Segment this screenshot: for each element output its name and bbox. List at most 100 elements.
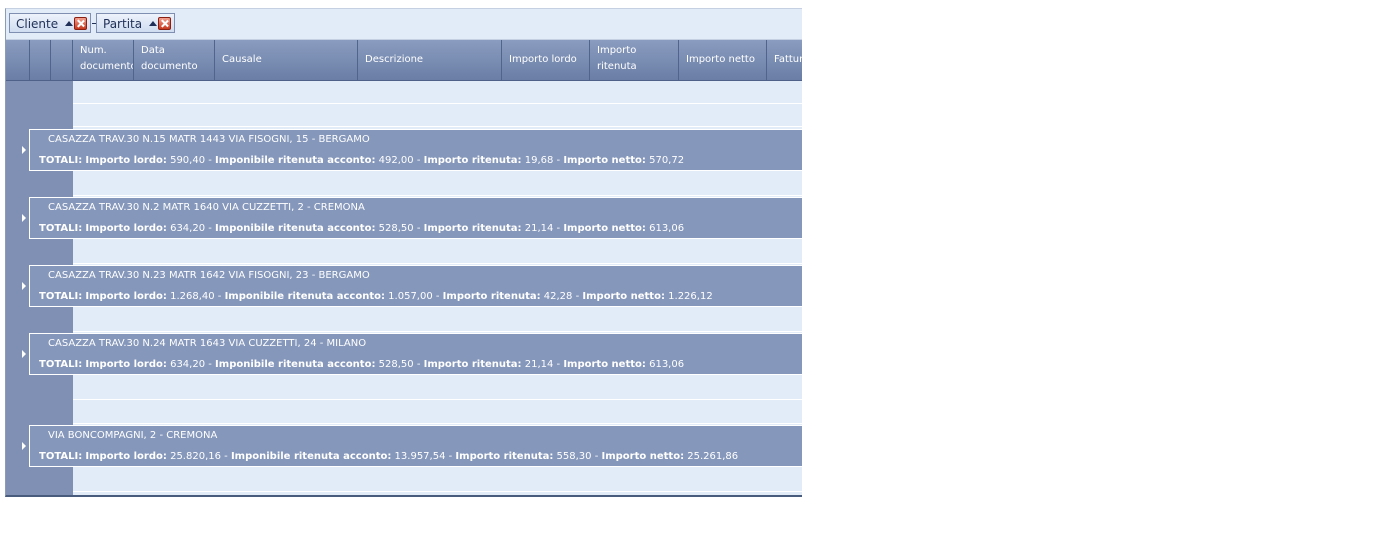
group-totals: TOTALI: Importo lordo: 634,20 - Imponibi… (39, 359, 685, 370)
totals-ritenuta-label: Importo ritenuta: (442, 291, 541, 302)
totals-imponibile-label: Imponibile ritenuta acconto: (224, 291, 385, 302)
totals-prefix: TOTALI: (39, 451, 83, 462)
column-header-data-documento[interactable]: Data documento (134, 40, 215, 80)
totals-netto-label: Importo netto: (601, 451, 685, 462)
group-by-panel: Cliente Partita (6, 9, 802, 40)
column-header-label: ritenuta (597, 61, 637, 72)
totals-lordo-value: 1.268,40 (170, 291, 215, 302)
totals-imponibile-value: 528,50 (378, 223, 414, 234)
group-title: CASAZZA TRAV.30 N.24 MATR 1643 VIA CUZZE… (48, 338, 367, 349)
column-header-label: Importo netto (686, 54, 755, 65)
totals-prefix: TOTALI: (39, 291, 83, 302)
totals-ritenuta-label: Importo ritenuta: (423, 155, 522, 166)
column-header-importo-lordo[interactable]: Importo lordo (502, 40, 590, 80)
column-header-importo-ritenuta[interactable]: Importo ritenuta (590, 40, 679, 80)
totals-ritenuta-label: Importo ritenuta: (455, 451, 554, 462)
empty-row (73, 469, 802, 492)
group-row[interactable]: CASAZZA TRAV.30 N.24 MATR 1643 VIA CUZZE… (22, 333, 802, 375)
totals-ritenuta-label: Importo ritenuta: (423, 359, 522, 370)
column-header-causale[interactable]: Causale (215, 40, 358, 80)
remove-group-icon[interactable] (158, 17, 171, 30)
column-header-indent-2[interactable] (30, 40, 51, 80)
column-header-fattura[interactable]: Fattura (767, 40, 802, 80)
totals-imponibile-label: Imponibile ritenuta acconto: (215, 155, 376, 166)
column-header-indent-1[interactable] (6, 40, 30, 80)
totals-netto-value: 570,72 (649, 155, 685, 166)
column-header-num-documento[interactable]: Num. documento (73, 40, 134, 80)
expand-arrow-icon[interactable] (22, 146, 26, 154)
totals-ritenuta-value: 21,14 (524, 359, 554, 370)
totals-lordo-value: 590,40 (170, 155, 206, 166)
totals-netto-label: Importo netto: (563, 359, 646, 370)
totals-netto-label: Importo netto: (563, 155, 646, 166)
expand-arrow-icon[interactable] (22, 214, 26, 222)
group-row[interactable]: CASAZZA TRAV.30 N.15 MATR 1443 VIA FISOG… (22, 129, 802, 171)
group-title: CASAZZA TRAV.30 N.23 MATR 1642 VIA FISOG… (48, 270, 370, 281)
totals-lordo-label: Importo lordo: (85, 359, 167, 370)
totals-lordo-value: 25.820,16 (170, 451, 221, 462)
totals-imponibile-value: 1.057,00 (388, 291, 433, 302)
sort-ascending-icon[interactable] (65, 21, 74, 26)
expand-arrow-icon[interactable] (22, 442, 26, 450)
empty-row (73, 377, 802, 400)
empty-row (73, 241, 802, 264)
group-row[interactable]: CASAZZA TRAV.30 N.23 MATR 1642 VIA FISOG… (22, 265, 802, 307)
empty-row (73, 104, 802, 127)
group-row[interactable]: CASAZZA TRAV.30 N.2 MATR 1640 VIA CUZZET… (22, 197, 802, 239)
totals-lordo-label: Importo lordo: (85, 155, 167, 166)
remove-group-icon[interactable] (74, 17, 87, 30)
column-header-descrizione[interactable]: Descrizione (358, 40, 502, 80)
totals-imponibile-value: 492,00 (378, 155, 414, 166)
empty-row (73, 309, 802, 332)
column-header-label: Descrizione (365, 54, 424, 65)
totals-lordo-value: 634,20 (170, 359, 206, 370)
totals-ritenuta-value: 21,14 (524, 223, 554, 234)
totals-netto-value: 25.261,86 (687, 451, 739, 462)
column-header-label: documento (80, 61, 134, 72)
group-chip-label: Cliente (16, 17, 59, 31)
expand-arrow-icon[interactable] (22, 350, 26, 358)
totals-lordo-label: Importo lordo: (85, 291, 167, 302)
totals-imponibile-value: 13.957,54 (394, 451, 446, 462)
column-header-label: Data (141, 45, 165, 56)
group-totals: TOTALI: Importo lordo: 590,40 - Imponibi… (39, 155, 685, 166)
column-header-indent-3[interactable] (51, 40, 73, 80)
group-title: CASAZZA TRAV.30 N.2 MATR 1640 VIA CUZZET… (48, 202, 365, 213)
group-row[interactable]: VIA BONCOMPAGNI, 2 - CREMONA TOTALI: Imp… (22, 425, 802, 467)
totals-lordo-value: 634,20 (170, 223, 206, 234)
totals-lordo-label: Importo lordo: (85, 223, 167, 234)
group-totals: TOTALI: Importo lordo: 634,20 - Imponibi… (39, 223, 685, 234)
totals-imponibile-label: Imponibile ritenuta acconto: (215, 359, 376, 370)
column-header-row: Num. documento Data documento Causale De… (6, 40, 802, 81)
column-header-label: Importo lordo (509, 54, 577, 65)
totals-ritenuta-value: 42,28 (543, 291, 573, 302)
totals-prefix: TOTALI: (39, 155, 83, 166)
totals-imponibile-value: 528,50 (378, 359, 414, 370)
totals-imponibile-label: Imponibile ritenuta acconto: (215, 223, 376, 234)
column-header-label: Fattura (774, 54, 802, 65)
totals-netto-value: 613,06 (649, 359, 685, 370)
group-title: VIA BONCOMPAGNI, 2 - CREMONA (48, 430, 218, 441)
column-header-label: Causale (222, 54, 262, 65)
totals-lordo-label: Importo lordo: (85, 451, 167, 462)
totals-ritenuta-value: 19,68 (524, 155, 554, 166)
totals-netto-value: 1.226,12 (668, 291, 713, 302)
column-header-importo-netto[interactable]: Importo netto (679, 40, 767, 80)
totals-prefix: TOTALI: (39, 223, 83, 234)
column-header-label: Num. (80, 45, 107, 56)
column-header-label: documento (141, 61, 198, 72)
empty-row (73, 401, 802, 424)
group-totals: TOTALI: Importo lordo: 1.268,40 - Imponi… (39, 291, 713, 302)
data-grid: Cliente Partita Num. documento Data docu… (5, 8, 802, 497)
column-header-label: Importo (597, 45, 637, 56)
sort-ascending-icon[interactable] (149, 21, 158, 26)
totals-netto-label: Importo netto: (563, 223, 646, 234)
totals-netto-label: Importo netto: (582, 291, 665, 302)
expand-arrow-icon[interactable] (22, 282, 26, 290)
totals-ritenuta-value: 558,30 (556, 451, 592, 462)
group-chip-cliente[interactable]: Cliente (9, 13, 91, 33)
totals-netto-value: 613,06 (649, 223, 685, 234)
group-chip-partita[interactable]: Partita (96, 13, 175, 33)
group-totals: TOTALI: Importo lordo: 25.820,16 - Impon… (39, 451, 739, 462)
totals-prefix: TOTALI: (39, 359, 83, 370)
